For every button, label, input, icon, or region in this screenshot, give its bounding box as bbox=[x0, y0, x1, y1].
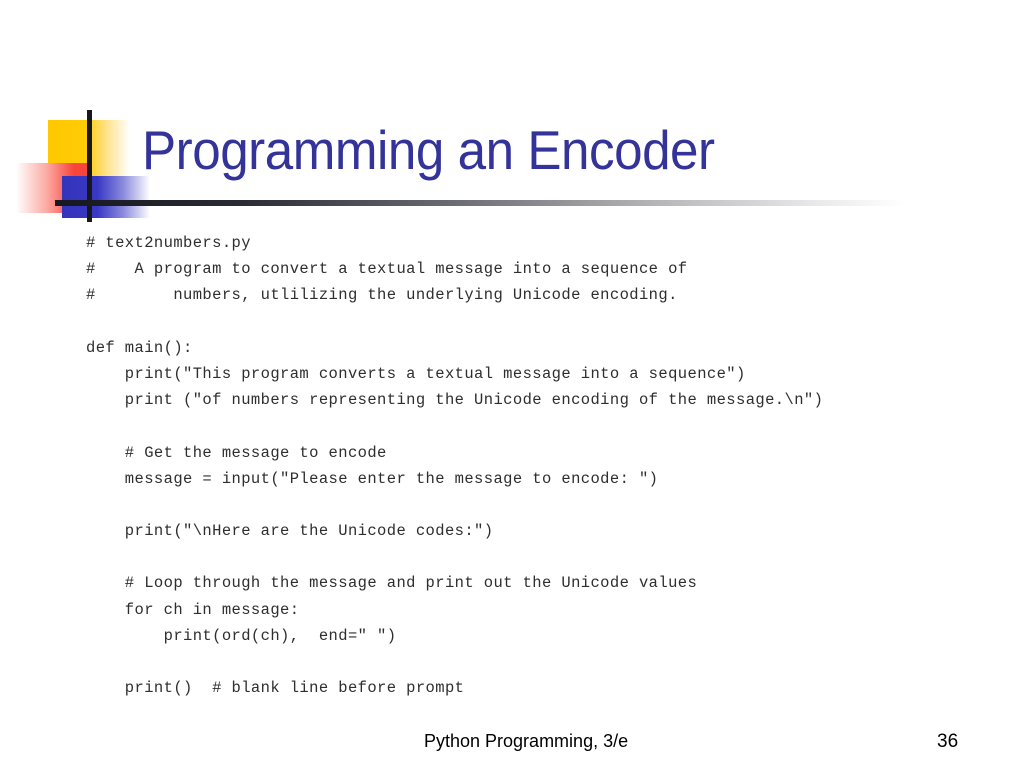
code-line: # numbers, utlilizing the underlying Uni… bbox=[86, 286, 678, 305]
slide-title: Programming an Encoder bbox=[142, 119, 715, 181]
code-line: print("This program converts a textual m… bbox=[86, 364, 746, 383]
code-line: # Get the message to encode bbox=[86, 443, 387, 462]
footer-page-number: 36 bbox=[937, 731, 959, 752]
code-line: for ch in message: bbox=[86, 600, 300, 619]
code-line: message = input("Please enter the messag… bbox=[86, 469, 659, 488]
code-line: def main(): bbox=[86, 338, 193, 357]
code-line: # text2numbers.py bbox=[86, 234, 251, 252]
footer-book-title: Python Programming, 3/e bbox=[424, 731, 629, 751]
code-line: print() # blank line before prompt bbox=[86, 679, 465, 698]
python-code-listing: # text2numbers.py # A program to convert … bbox=[86, 230, 986, 701]
decoration-red-rectangle bbox=[16, 163, 90, 213]
presentation-slide: Programming an Encoder # text2numbers.py… bbox=[0, 0, 1024, 768]
decoration-yellow-square bbox=[48, 120, 130, 182]
code-line: print ("of numbers representing the Unic… bbox=[86, 391, 824, 410]
code-line: print(ord(ch), end=" ") bbox=[86, 626, 397, 645]
decoration-vertical-bar bbox=[87, 110, 92, 222]
code-line: # Loop through the message and print out… bbox=[86, 574, 698, 593]
code-line: # A program to convert a textual message… bbox=[86, 260, 688, 279]
code-line: print("\nHere are the Unicode codes:") bbox=[86, 522, 494, 541]
decoration-blue-square bbox=[62, 176, 150, 218]
decoration-horizontal-rule bbox=[55, 200, 905, 206]
